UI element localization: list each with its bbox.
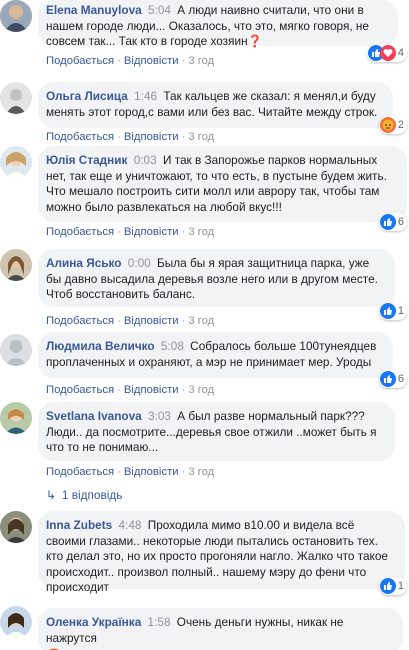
reply-link[interactable]: Відповісти bbox=[124, 384, 179, 396]
like-link[interactable]: Подобається bbox=[46, 226, 114, 238]
reactions-count: 4 bbox=[397, 47, 404, 59]
comment-author[interactable]: Inna Zubets bbox=[46, 518, 112, 532]
avatar[interactable] bbox=[0, 0, 32, 32]
reply-arrow-icon: ↳ bbox=[46, 488, 56, 502]
like-link[interactable]: Подобається bbox=[46, 55, 114, 67]
comment-time: 3:03 bbox=[148, 409, 171, 423]
comment-actions: Подобається · Відповісти · 3 год bbox=[46, 131, 215, 143]
comment-actions: Подобається · Відповісти · 3 год bbox=[46, 384, 215, 396]
comment-author[interactable]: Юлія Стадник bbox=[46, 153, 127, 167]
comment-author[interactable]: Svetlana Ivanova bbox=[46, 409, 142, 423]
reply-link[interactable]: Відповісти bbox=[124, 55, 179, 67]
comment-time: 1:46 bbox=[134, 89, 158, 103]
comment-ago: 3 год bbox=[188, 226, 215, 238]
reply-link[interactable]: Відповісти bbox=[124, 131, 179, 143]
comment-ago: 3 год bbox=[188, 315, 215, 327]
comment-actions: Подобається · Відповісти · 3 год bbox=[46, 466, 215, 478]
comment-bubble: Elena Manuylova 5:04 А люди наивно счита… bbox=[38, 0, 398, 48]
reactions-count: 1 bbox=[397, 580, 404, 592]
comment-bubble: Юлія Стадник 0:03 И так в Запорожье парк… bbox=[38, 146, 407, 222]
avatar[interactable] bbox=[0, 606, 32, 638]
comment-author[interactable]: Оленка Українка bbox=[46, 615, 141, 629]
comment-actions: Подобається · Відповісти · 3 год bbox=[46, 315, 215, 327]
comment-time: 0:03 bbox=[133, 153, 157, 167]
reply-link[interactable]: Відповісти bbox=[124, 466, 179, 478]
comment-ago: 3 год bbox=[188, 131, 215, 143]
like-icon bbox=[379, 303, 396, 319]
comment-ago: 3 год bbox=[188, 55, 215, 67]
comment-bubble: Оленка Українка 1:58 Очень деньги нужны,… bbox=[38, 608, 403, 650]
like-link[interactable]: Подобається bbox=[46, 315, 114, 327]
like-link[interactable]: Подобається bbox=[46, 384, 114, 396]
replies-count-label: 1 відповідь bbox=[61, 488, 123, 502]
comment-actions: Подобається · Відповісти · 3 год bbox=[46, 226, 215, 238]
comment-time: 1:58 bbox=[147, 615, 171, 629]
reactions-count: 1 bbox=[397, 305, 404, 317]
comment-time: 5:04 bbox=[148, 3, 171, 17]
comment-bubble: Ольга Лисица 1:46 Так кальцев же сказал:… bbox=[38, 82, 393, 128]
avatar[interactable] bbox=[0, 402, 32, 434]
comment-time: 4:48 bbox=[118, 518, 142, 532]
like-icon bbox=[379, 578, 396, 594]
avatar[interactable] bbox=[0, 82, 32, 114]
comment-actions: Подобається · Відповісти · 3 год bbox=[46, 55, 215, 67]
comment-author[interactable]: Алина Ясько bbox=[46, 256, 121, 270]
like-link[interactable]: Подобається bbox=[46, 466, 114, 478]
angry-icon bbox=[379, 117, 396, 133]
reactions-badge[interactable]: 6 bbox=[378, 213, 407, 231]
reactions-count: 6 bbox=[397, 373, 404, 385]
comment-ago: 3 год bbox=[188, 384, 215, 396]
avatar[interactable] bbox=[0, 146, 32, 178]
reactions-badge[interactable]: 2 bbox=[378, 116, 407, 134]
avatar[interactable] bbox=[0, 511, 32, 543]
comment-author[interactable]: Elena Manuylova bbox=[46, 3, 142, 17]
comment-time: 0:00 bbox=[127, 256, 151, 270]
reactions-badge[interactable]: 6 bbox=[378, 370, 407, 388]
reactions-badge[interactable]: 1 bbox=[378, 577, 407, 595]
reactions-count: 2 bbox=[397, 119, 404, 131]
like-link[interactable]: Подобається bbox=[46, 131, 114, 143]
view-replies-link[interactable]: ↳ 1 відповідь bbox=[46, 488, 122, 502]
comment-author[interactable]: Людмила Величко bbox=[46, 339, 155, 353]
reactions-count: 6 bbox=[397, 216, 404, 228]
comment-bubble: Алина Ясько 0:00 Была бы я ярая защитниц… bbox=[38, 249, 395, 307]
comment-author[interactable]: Ольга Лисица bbox=[46, 89, 128, 103]
like-icon bbox=[379, 214, 396, 230]
reactions-badge[interactable]: 4 bbox=[366, 44, 407, 62]
avatar[interactable] bbox=[0, 334, 32, 366]
comment-ago: 3 год bbox=[188, 466, 215, 478]
comment-bubble: Inna Zubets 4:48 Проходила мимо в10.00 и… bbox=[38, 511, 405, 594]
reply-link[interactable]: Відповісти bbox=[124, 315, 179, 327]
comment-bubble: Людмила Величко 5:08 Собралось больше 10… bbox=[38, 332, 393, 378]
reply-link[interactable]: Відповісти bbox=[124, 226, 179, 238]
reactions-badge[interactable]: 1 bbox=[378, 302, 407, 320]
comment-time: 5:08 bbox=[160, 339, 184, 353]
comment-bubble: Svetlana Ivanova 3:03 А был разве нормал… bbox=[38, 402, 395, 461]
like-icon bbox=[379, 371, 396, 387]
heart-icon bbox=[379, 45, 396, 61]
avatar[interactable] bbox=[0, 249, 32, 281]
